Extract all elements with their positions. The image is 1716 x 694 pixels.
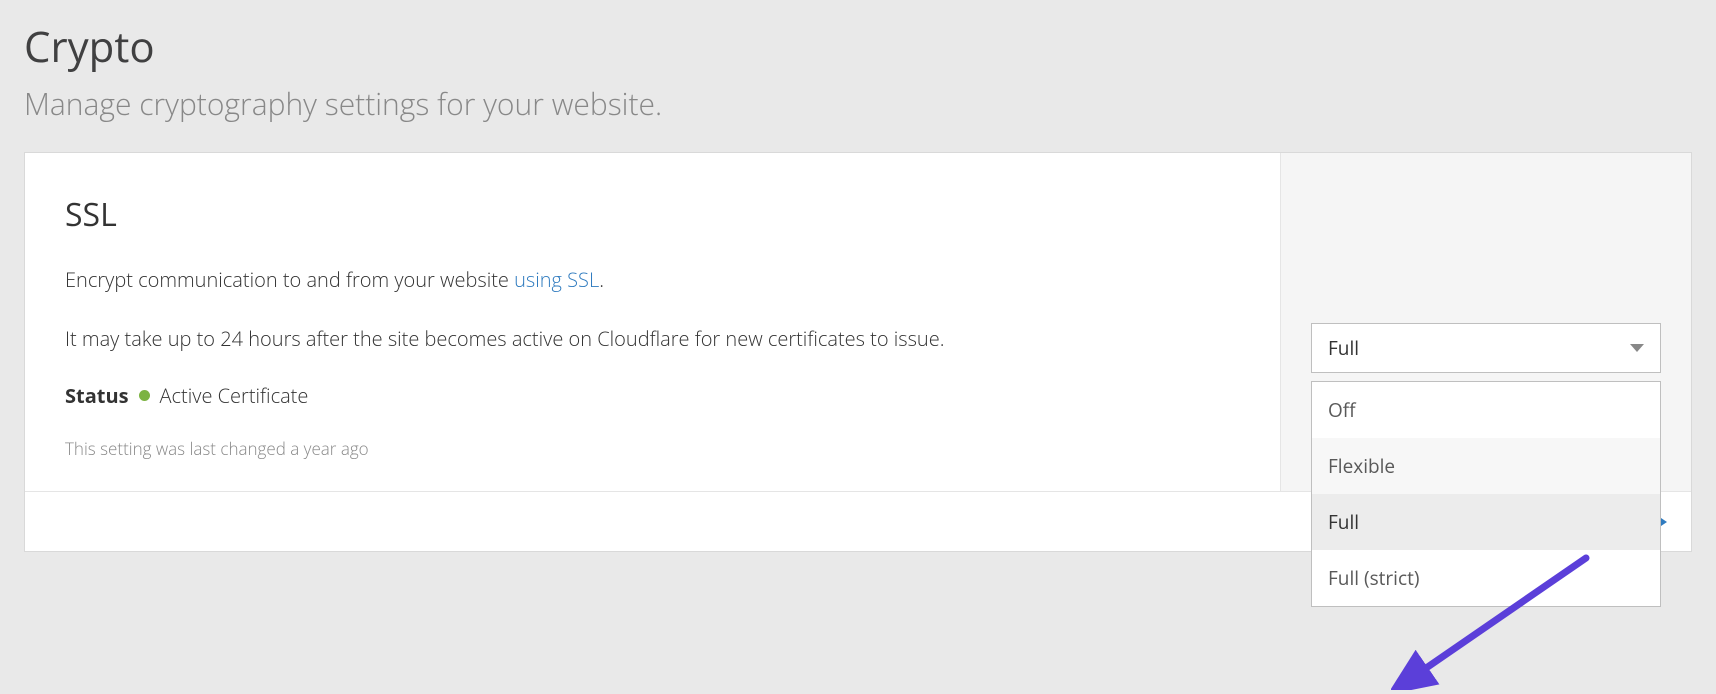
ssl-mode-option-full-strict[interactable]: Full (strict) [1312,550,1660,606]
status-value: Active Certificate [160,382,309,409]
ssl-mode-option-flexible[interactable]: Flexible [1312,438,1660,494]
ssl-mode-selected-value: Full [1328,335,1359,361]
status-label: Status [65,382,129,409]
last-changed-text: This setting was last changed a year ago [65,437,1240,460]
ssl-mode-option-full[interactable]: Full [1312,494,1660,550]
ssl-description: Encrypt communication to and from your w… [65,264,1240,296]
ssl-desc-prefix: Encrypt communication to and from your w… [65,266,514,293]
page-subtitle: Manage cryptography settings for your we… [24,83,1692,124]
ssl-section-title: SSL [65,193,1240,236]
page-title: Crypto [24,18,1692,75]
ssl-mode-option-off[interactable]: Off [1312,382,1660,438]
ssl-status-line: Status Active Certificate [65,382,1240,409]
ssl-settings-card: SSL Encrypt communication to and from yo… [24,152,1692,552]
ssl-note: It may take up to 24 hours after the sit… [65,322,1240,356]
ssl-mode-select[interactable]: Full [1311,323,1661,373]
card-right-panel: Full Off Flexible Full Full (strict) [1281,153,1691,551]
status-dot-icon [139,390,150,401]
ssl-mode-dropdown: Off Flexible Full Full (strict) [1311,381,1661,607]
chevron-down-icon [1630,344,1644,352]
using-ssl-link[interactable]: using SSL [514,266,599,293]
ssl-desc-suffix: . [599,266,604,293]
ssl-mode-select-wrap: Full Off Flexible Full Full (strict) [1311,323,1661,373]
